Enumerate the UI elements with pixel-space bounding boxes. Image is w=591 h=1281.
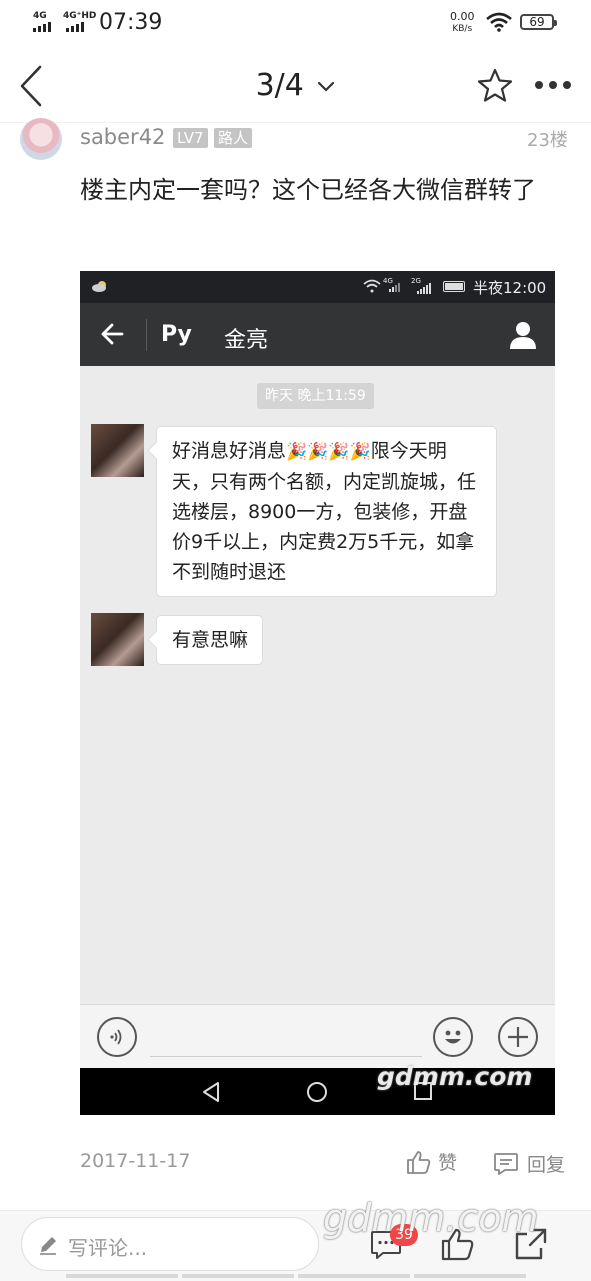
chat-message-2: 有意思嘛 bbox=[156, 615, 264, 665]
emoji-icon bbox=[433, 1017, 473, 1057]
header-divider bbox=[0, 122, 591, 123]
sim1-signal-icon bbox=[33, 22, 51, 32]
wechat-contact-name: 金亮 bbox=[224, 328, 269, 353]
wechat-input-bar bbox=[80, 1004, 555, 1069]
screenshot-signal1-icon bbox=[389, 283, 400, 292]
chat-timestamp: 昨天 晚上11:59 bbox=[257, 383, 374, 409]
attached-screenshot[interactable]: 4G 2G 半夜12:00 Py 金亮 昨天 晚上11:59 好消息好消息🎉🎉🎉… bbox=[80, 271, 555, 1115]
wifi-icon bbox=[486, 12, 512, 32]
smiley-face-icon bbox=[445, 1030, 461, 1044]
page-watermark: gdmm.com bbox=[323, 1196, 539, 1240]
plus-icon bbox=[498, 1017, 538, 1057]
wechat-text-field bbox=[150, 1056, 422, 1057]
reply-button[interactable]: 回复 bbox=[493, 1150, 565, 1177]
tab-scroll-indicator bbox=[66, 1274, 526, 1280]
wechat-header-divider bbox=[146, 319, 147, 351]
screenshot-watermark: gdmm.com bbox=[377, 1062, 533, 1091]
floor-number: 23楼 bbox=[527, 130, 568, 151]
screenshot-status-bar: 4G 2G 半夜12:00 bbox=[80, 271, 555, 303]
sim2-network-type: 4G⁺HD bbox=[63, 11, 97, 21]
wechat-group-name: Py bbox=[161, 322, 192, 347]
like-label: 赞 bbox=[438, 1152, 458, 1174]
screenshot-battery-icon bbox=[443, 281, 465, 292]
wechat-back-arrow-icon bbox=[101, 323, 124, 345]
nav-home-icon bbox=[307, 1082, 327, 1102]
sender-avatar-2 bbox=[91, 613, 144, 666]
wechat-header: Py 金亮 bbox=[80, 303, 555, 366]
comment-placeholder: 写评论... bbox=[68, 1236, 148, 1260]
battery-indicator: 69 bbox=[520, 14, 557, 30]
plus-sign-icon bbox=[508, 1027, 528, 1047]
android-nav-bar: gdmm.com bbox=[80, 1062, 555, 1115]
star-icon[interactable] bbox=[477, 68, 513, 102]
chat-message-1: 好消息好消息🎉🎉🎉🎉限今天明天，只有两个名额，内定凯旋城，任选楼层，8900一方… bbox=[156, 426, 497, 597]
status-bar: 4G 4G⁺HD 07:39 0.00 KB/s 69 bbox=[0, 0, 591, 46]
sim2-signal-icon bbox=[66, 22, 84, 32]
post-date: 2017-11-17 bbox=[80, 1150, 191, 1172]
post-text: 楼主内定一套吗？这个已经各大微信群转了 bbox=[80, 176, 536, 204]
sender-avatar bbox=[91, 424, 144, 477]
pencil-icon bbox=[40, 1237, 56, 1255]
sim1-network-type: 4G bbox=[33, 11, 47, 21]
comment-input[interactable]: 写评论... bbox=[21, 1217, 319, 1271]
chat-message-1-text-start: 好消息好消息 bbox=[172, 440, 287, 462]
rank-badge: 路人 bbox=[214, 128, 253, 148]
screenshot-wifi-icon bbox=[363, 279, 381, 293]
screenshot-signal2-icon bbox=[417, 283, 431, 294]
screenshot-time: 半夜12:00 bbox=[473, 279, 547, 297]
reply-bubble-icon bbox=[494, 1152, 518, 1175]
network-speed: 0.00 KB/s bbox=[450, 11, 475, 35]
wechat-profile-icon bbox=[510, 322, 536, 349]
nav-back-icon bbox=[203, 1082, 219, 1102]
user-avatar[interactable] bbox=[20, 118, 62, 160]
more-options-icon[interactable] bbox=[534, 80, 574, 90]
party-popper-emoji: 🎉🎉🎉🎉 bbox=[286, 442, 371, 462]
status-time: 07:39 bbox=[99, 10, 163, 35]
reply-label: 回复 bbox=[527, 1154, 566, 1176]
page-indicator: 3/4 bbox=[255, 68, 304, 103]
like-button[interactable]: 赞 bbox=[406, 1148, 457, 1175]
username[interactable]: saber42 bbox=[80, 125, 165, 149]
thumbs-up-icon bbox=[407, 1150, 431, 1174]
weather-cloud-icon bbox=[92, 281, 106, 292]
network-speed-value: 0.00 bbox=[450, 10, 475, 23]
level-badge: LV7 bbox=[173, 128, 208, 148]
network-speed-unit: KB/s bbox=[452, 24, 473, 34]
voice-input-icon bbox=[97, 1017, 137, 1057]
voice-wave-icon bbox=[110, 1029, 122, 1045]
chevron-down-icon bbox=[318, 81, 335, 92]
